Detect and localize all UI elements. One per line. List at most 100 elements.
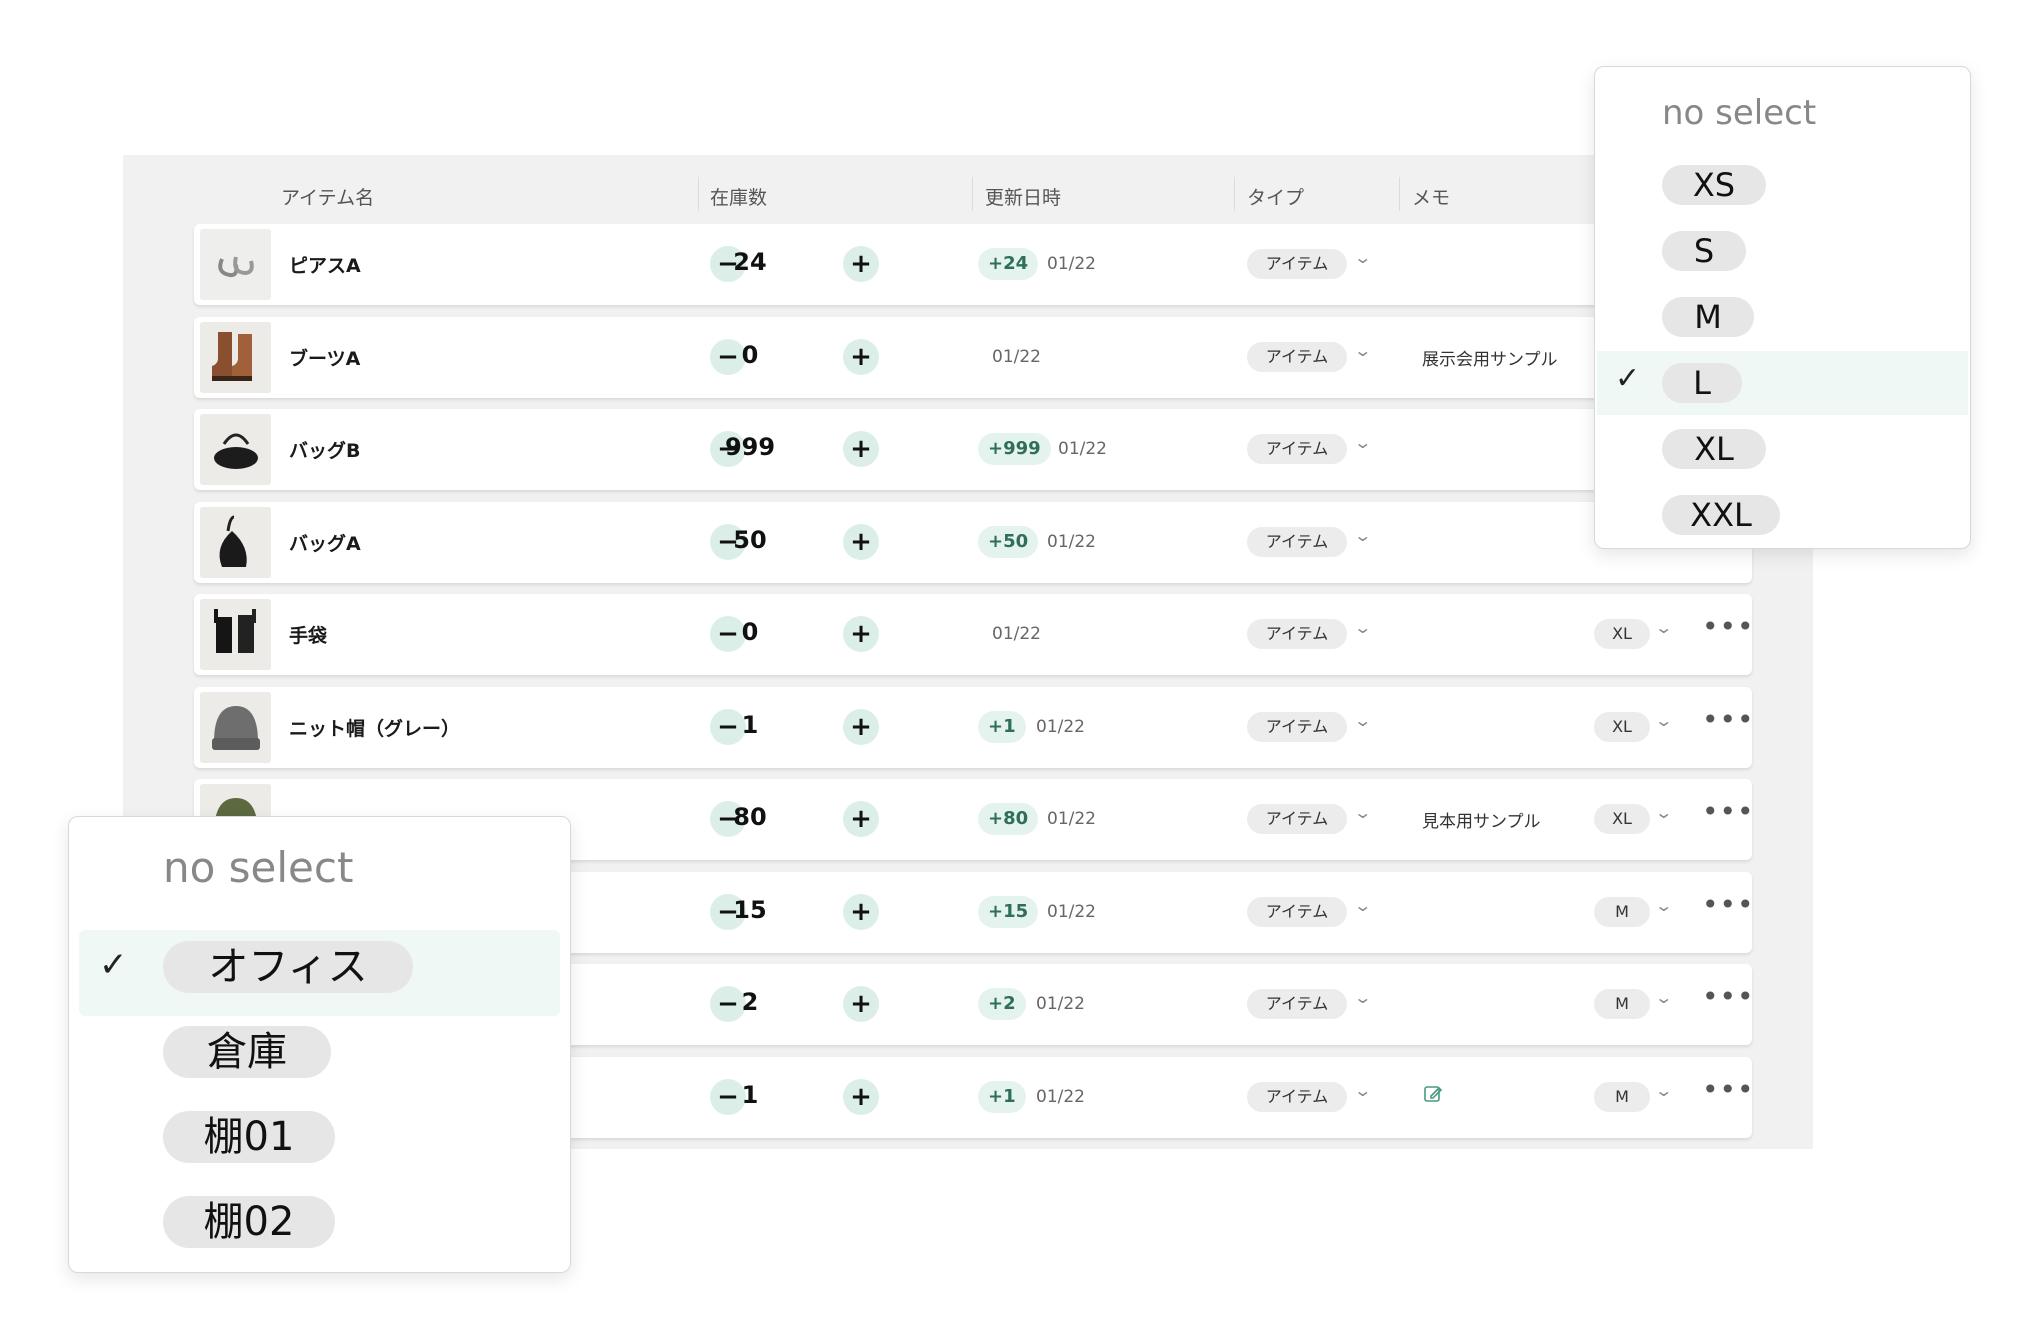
more-options-icon[interactable]: •••	[1702, 1073, 1755, 1106]
stock-quantity[interactable]: 80	[710, 803, 790, 831]
chevron-down-icon[interactable]: ⌄	[1353, 896, 1372, 915]
updated-date: 01/22	[1047, 901, 1096, 922]
more-options-icon[interactable]: •••	[1702, 888, 1755, 921]
size-select[interactable]: M	[1594, 989, 1650, 1019]
size-option[interactable]: L	[1662, 363, 1742, 403]
chevron-down-icon[interactable]: ⌄	[1654, 1081, 1673, 1100]
size-select[interactable]: M	[1594, 1081, 1650, 1112]
chevron-down-icon[interactable]: ⌄	[1353, 618, 1372, 637]
location-option[interactable]: オフィス	[163, 941, 413, 993]
column-header-name[interactable]: アイテム名	[281, 183, 374, 210]
increment-button[interactable]: +	[843, 431, 879, 467]
chevron-down-icon[interactable]: ⌄	[1353, 803, 1372, 822]
stock-change-badge: +999	[978, 433, 1051, 465]
size-select[interactable]: XL	[1594, 619, 1650, 649]
item-thumbnail	[200, 506, 271, 578]
type-select[interactable]: アイテム	[1247, 896, 1347, 927]
chevron-down-icon[interactable]: ⌄	[1353, 1081, 1372, 1100]
column-header-stock[interactable]: 在庫数	[710, 183, 767, 210]
stock-quantity[interactable]: 1	[710, 711, 790, 739]
size-option[interactable]: M	[1662, 297, 1754, 337]
chevron-down-icon[interactable]: ⌄	[1353, 248, 1372, 267]
type-select[interactable]: アイテム	[1247, 989, 1347, 1019]
chevron-down-icon[interactable]: ⌄	[1353, 341, 1372, 360]
item-name[interactable]: バッグA	[289, 529, 361, 556]
location-option[interactable]: 棚01	[163, 1111, 335, 1163]
updated-date: 01/22	[1047, 531, 1096, 552]
updated-date: 01/22	[992, 624, 1041, 644]
increment-button[interactable]: +	[843, 893, 879, 930]
type-select[interactable]: アイテム	[1247, 711, 1347, 742]
chevron-down-icon[interactable]: ⌄	[1353, 526, 1372, 545]
increment-button[interactable]: +	[843, 616, 879, 652]
stock-change-badge: +1	[978, 1080, 1026, 1113]
type-select[interactable]: アイテム	[1247, 434, 1347, 464]
more-options-icon[interactable]: •••	[1702, 610, 1755, 643]
stock-quantity[interactable]: 15	[710, 896, 790, 924]
type-select[interactable]: アイテム	[1247, 526, 1347, 557]
edit-icon[interactable]	[1422, 1083, 1444, 1105]
column-header-memo[interactable]: メモ	[1412, 183, 1450, 210]
chevron-down-icon[interactable]: ⌄	[1353, 433, 1372, 452]
increment-button[interactable]: +	[843, 523, 879, 560]
size-option[interactable]: XS	[1662, 165, 1766, 205]
increment-button[interactable]: +	[843, 246, 879, 282]
chevron-down-icon[interactable]: ⌄	[1654, 711, 1673, 730]
size-select[interactable]: XL	[1594, 804, 1650, 834]
chevron-down-icon[interactable]: ⌄	[1353, 988, 1372, 1007]
item-name[interactable]: ブーツA	[289, 344, 360, 371]
item-name[interactable]: ピアスA	[289, 251, 361, 278]
increment-button[interactable]: +	[843, 1078, 879, 1115]
size-select[interactable]: XL	[1594, 711, 1650, 742]
chevron-down-icon[interactable]: ⌄	[1654, 618, 1673, 637]
item-name[interactable]: ニット帽（グレー）	[289, 714, 460, 741]
updated-date: 01/22	[1047, 809, 1096, 829]
item-name[interactable]: バッグB	[289, 436, 360, 463]
stock-quantity[interactable]: 50	[710, 526, 790, 554]
stock-change-badge: +15	[978, 895, 1039, 928]
location-option[interactable]: 棚02	[163, 1196, 335, 1248]
table-row: 手袋 −0 +01/22 アイテム ⌄ XL ⌄ •••	[194, 594, 1755, 675]
size-option[interactable]: S	[1662, 231, 1746, 271]
table-row: ブーツA −0 +01/22 アイテム ⌄ 展示会用サンプル	[194, 316, 1752, 398]
size-option[interactable]: XXL	[1662, 495, 1780, 535]
stock-quantity[interactable]: 0	[710, 341, 790, 369]
more-options-icon[interactable]: •••	[1702, 795, 1755, 828]
chevron-down-icon[interactable]: ⌄	[1654, 896, 1673, 915]
item-name[interactable]: 手袋	[289, 621, 327, 648]
stock-quantity[interactable]: 1	[710, 1081, 790, 1109]
size-option-none[interactable]: no select	[1662, 93, 1816, 133]
column-header-type[interactable]: タイプ	[1247, 183, 1304, 210]
type-select[interactable]: アイテム	[1247, 1081, 1347, 1112]
increment-button[interactable]: +	[843, 986, 879, 1022]
type-select[interactable]: アイテム	[1247, 804, 1347, 834]
stock-change-badge: +50	[978, 525, 1039, 558]
stock-quantity[interactable]: 999	[710, 433, 790, 461]
chevron-down-icon[interactable]: ⌄	[1654, 803, 1673, 822]
updated-date: 01/22	[1036, 1086, 1085, 1107]
increment-button[interactable]: +	[843, 801, 879, 837]
stock-quantity[interactable]: 24	[710, 248, 790, 276]
type-select[interactable]: アイテム	[1247, 249, 1347, 279]
column-header-updated[interactable]: 更新日時	[985, 183, 1061, 210]
stock-change-badge: +80	[978, 803, 1039, 835]
chevron-down-icon[interactable]: ⌄	[1654, 988, 1673, 1007]
more-options-icon[interactable]: •••	[1702, 703, 1755, 736]
type-select[interactable]: アイテム	[1247, 341, 1347, 372]
size-option[interactable]: XL	[1662, 429, 1766, 469]
location-dropdown[interactable]: no select ✓ オフィス 倉庫 棚01 棚02	[68, 816, 571, 1273]
size-dropdown[interactable]: no select XS S M ✓ L XL XXL	[1594, 66, 1971, 549]
more-options-icon[interactable]: •••	[1702, 980, 1755, 1013]
memo-text[interactable]: 展示会用サンプル	[1422, 345, 1558, 370]
memo-text[interactable]: 見本用サンプル	[1422, 807, 1541, 832]
chevron-down-icon[interactable]: ⌄	[1353, 711, 1372, 730]
size-select[interactable]: M	[1594, 896, 1650, 927]
increment-button[interactable]: +	[843, 338, 879, 375]
column-divider	[698, 177, 699, 211]
location-option-none[interactable]: no select	[163, 843, 353, 892]
location-option[interactable]: 倉庫	[163, 1026, 331, 1078]
increment-button[interactable]: +	[843, 708, 879, 745]
stock-quantity[interactable]: 0	[710, 618, 790, 646]
stock-quantity[interactable]: 2	[710, 988, 790, 1016]
type-select[interactable]: アイテム	[1247, 619, 1347, 649]
